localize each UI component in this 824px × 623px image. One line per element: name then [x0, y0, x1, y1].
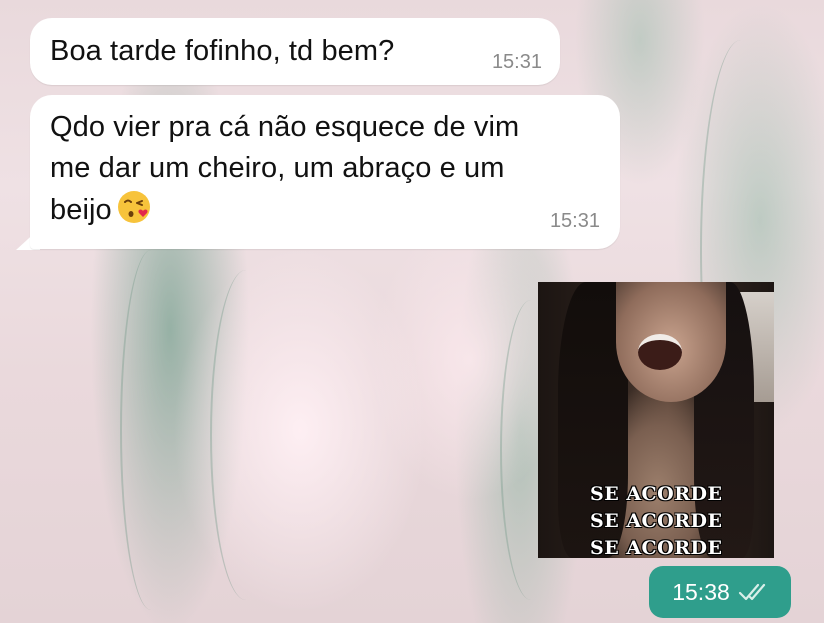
- gif-detail: [638, 334, 682, 370]
- gif-message[interactable]: SE ACORDE SE ACORDE SE ACORDE: [538, 282, 774, 558]
- message-line: me dar um cheiro, um abraço e um: [50, 152, 505, 184]
- message-line: Qdo vier pra cá não esquece de vim: [50, 111, 520, 143]
- message-line: beijo: [50, 189, 600, 231]
- double-check-read-icon: [738, 583, 765, 601]
- message-word: beijo: [50, 194, 112, 226]
- message-timestamp: 15:38: [672, 578, 730, 605]
- gif-caption: SE ACORDE SE ACORDE SE ACORDE: [590, 483, 723, 558]
- incoming-message-bubble[interactable]: Qdo vier pra cá não esquece de vim me da…: [30, 95, 620, 249]
- wallpaper-detail: [120, 250, 182, 610]
- face-blowing-kiss-icon: [117, 191, 150, 223]
- outgoing-message-meta[interactable]: 15:38: [649, 566, 791, 618]
- message-timestamp: 15:31: [491, 51, 542, 73]
- incoming-message-bubble[interactable]: Boa tarde fofinho, td bem? 15:31: [30, 18, 560, 85]
- message-text: Qdo vier pra cá não esquece de vim me da…: [50, 107, 600, 231]
- message-text: Boa tarde fofinho, td bem?: [50, 35, 395, 67]
- wallpaper-detail: [210, 270, 282, 600]
- message-timestamp: 15:31: [549, 210, 600, 232]
